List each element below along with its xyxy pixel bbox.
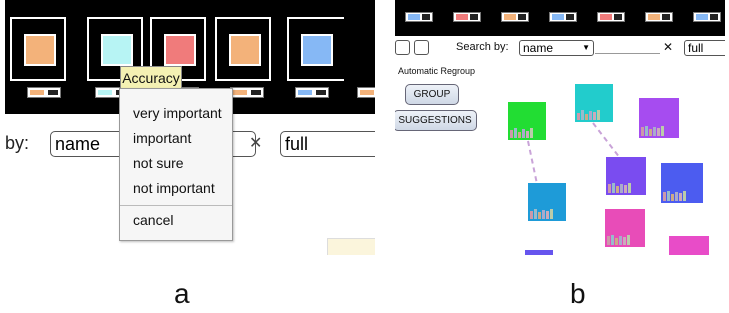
close-icon[interactable]: ✕ xyxy=(249,133,262,153)
thumbnail-swatch xyxy=(301,34,333,66)
menu-item-important[interactable]: important xyxy=(133,130,191,146)
node-bars xyxy=(510,128,544,138)
node-bars xyxy=(641,126,677,136)
caption-a: a xyxy=(174,278,190,309)
image-node[interactable] xyxy=(606,157,646,195)
thumbnail-tile[interactable] xyxy=(215,17,271,81)
panel-a: by: name ✕ full Accuracy very important … xyxy=(5,0,375,255)
node-bars xyxy=(530,209,564,219)
node-bars xyxy=(607,235,643,245)
thumbnail-swatch xyxy=(101,34,133,66)
image-node[interactable] xyxy=(528,183,566,221)
thumbnail-swatch xyxy=(24,34,56,66)
image-node[interactable] xyxy=(661,163,703,203)
image-node[interactable] xyxy=(575,84,613,122)
menu-item-cancel[interactable]: cancel xyxy=(133,212,173,228)
importance-menu: very important important not sure not im… xyxy=(119,88,233,241)
thumbnail-tile[interactable] xyxy=(287,17,344,81)
menu-item-not-important[interactable]: not important xyxy=(133,180,215,196)
search-label: by: xyxy=(5,133,30,153)
tooltip-fragment xyxy=(327,238,375,255)
thumbnail-bar xyxy=(27,87,61,98)
thumbnail-bar xyxy=(357,87,375,98)
menu-divider xyxy=(120,205,232,206)
node-bars xyxy=(663,191,701,201)
node-bars xyxy=(608,183,644,193)
menu-item-very-important[interactable]: very important xyxy=(133,105,222,121)
image-node[interactable] xyxy=(508,102,546,140)
filter-select[interactable]: full xyxy=(280,131,375,157)
panel-b: Search by: name ▼ ✕ full Automatic Regro… xyxy=(395,0,725,255)
thumbnail-swatch xyxy=(164,34,196,66)
thumbnail-swatch xyxy=(229,34,261,66)
caption-b: b xyxy=(570,278,586,309)
image-node[interactable] xyxy=(605,209,645,247)
thumbnail-tile[interactable] xyxy=(10,17,66,81)
image-node[interactable] xyxy=(525,250,553,255)
image-node[interactable] xyxy=(639,98,679,138)
thumbnail-bar xyxy=(230,87,264,98)
node-bars xyxy=(577,110,611,120)
accuracy-tooltip: Accuracy xyxy=(120,66,182,90)
group-link xyxy=(592,122,621,159)
menu-item-not-sure[interactable]: not sure xyxy=(133,155,184,171)
thumbnail-bar xyxy=(295,87,329,98)
group-link xyxy=(527,140,538,185)
image-node[interactable] xyxy=(669,236,709,255)
